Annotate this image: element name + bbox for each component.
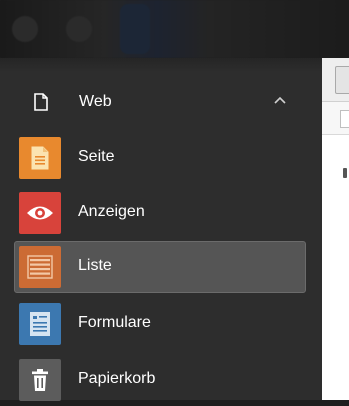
module-item-formulare[interactable]: Formulare <box>14 298 306 350</box>
module-item-label: Seite <box>78 148 115 165</box>
top-bar <box>0 0 349 58</box>
trash-icon <box>19 359 61 401</box>
module-item-label: Liste <box>78 257 112 274</box>
list-icon <box>19 246 61 288</box>
module-item-anzeigen[interactable]: Anzeigen <box>14 187 306 239</box>
module-item-label: Anzeigen <box>78 203 145 220</box>
module-group-web[interactable]: Web <box>14 80 306 124</box>
docheader-subbar-button[interactable] <box>340 110 349 128</box>
chevron-up-icon[interactable] <box>273 94 287 108</box>
module-item-papierkorb[interactable]: Papierkorb <box>14 354 306 406</box>
content-marker <box>343 168 347 178</box>
module-item-seite[interactable]: Seite <box>14 132 306 184</box>
module-group-label: Web <box>79 93 112 110</box>
docheader-button[interactable] <box>335 66 349 94</box>
module-item-label: Formulare <box>78 314 151 331</box>
page-icon <box>19 137 61 179</box>
module-item-liste[interactable]: Liste <box>14 241 306 293</box>
module-item-label: Papierkorb <box>78 370 156 387</box>
page-icon <box>34 93 48 111</box>
form-icon <box>19 303 61 345</box>
content-area <box>322 58 349 400</box>
eye-icon <box>19 192 61 234</box>
